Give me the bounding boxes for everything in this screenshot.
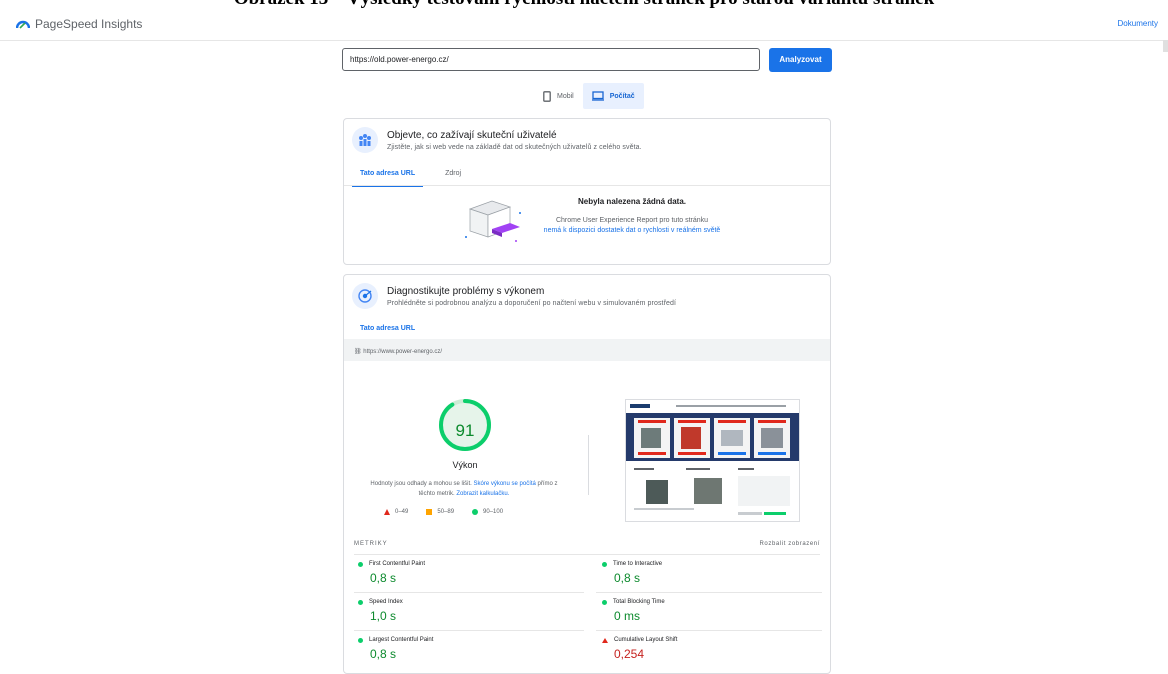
metric-lcp-value: 0,8 s — [370, 647, 397, 661]
good-indicator-icon — [602, 599, 607, 605]
field-data-tabs: Tato adresa URL Zdroj — [352, 167, 469, 187]
expand-view-toggle[interactable]: Rozbalit zobrazení — [760, 541, 821, 547]
tab-divider — [344, 185, 830, 186]
metric-si-value: 1,0 s — [370, 609, 397, 623]
metrics-row-divider — [596, 592, 822, 593]
metric-si-name: Speed Index — [369, 599, 403, 605]
tested-url-text: https://www.power-energo.cz/ — [363, 349, 442, 355]
metric-fcp-value: 0,8 s — [370, 571, 397, 585]
good-indicator-icon — [602, 561, 607, 567]
users-icon — [352, 127, 378, 153]
score-calc-link[interactable]: Skóre výkonu se počítá — [474, 481, 536, 487]
tab-mobile-label: Mobil — [557, 92, 574, 100]
metrics-row-divider — [596, 630, 822, 631]
tab-origin[interactable]: Zdroj — [437, 167, 469, 187]
empty-box-illustration — [465, 200, 521, 242]
metric-cls: Cumulative Layout Shift 0,254 — [602, 637, 677, 661]
desc-text: Hodnoty jsou odhady a mohou se lišit. — [370, 481, 472, 487]
metrics-header: METRIKY — [354, 541, 388, 547]
metric-tbt-name: Total Blocking Time — [613, 599, 665, 605]
page-screenshot — [625, 399, 800, 522]
diagnostics-icon — [352, 283, 378, 309]
tab-this-url[interactable]: Tato adresa URL — [352, 167, 424, 187]
legend-good: 90–100 — [472, 509, 503, 515]
desktop-icon — [591, 91, 604, 101]
metric-tti: Time to Interactive 0,8 s — [602, 561, 662, 585]
no-data-link[interactable]: nemá k dispozici dostatek dat o rychlost… — [527, 226, 737, 236]
metric-speed-index: Speed Index 1,0 s — [358, 599, 403, 623]
legend-good-range: 90–100 — [483, 509, 504, 515]
performance-label: Výkon — [452, 460, 478, 470]
lab-data-header: Diagnostikujte problémy s výkonem Prohlé… — [352, 283, 676, 309]
pagespeed-logo-icon — [16, 20, 30, 29]
page-thumbnail — [626, 400, 799, 521]
tab-desktop[interactable]: Počítač — [582, 83, 644, 109]
tab-desktop-label: Počítač — [609, 92, 635, 100]
top-bar: PageSpeed Insights Dokumenty — [0, 14, 1168, 41]
field-data-subtitle: Zjistěte, jak si web vede na základě dat… — [387, 144, 642, 151]
poor-indicator-icon — [602, 637, 608, 643]
circle-icon — [472, 509, 479, 515]
figure-caption: Obrázek 13 – Výsledky testování rychlost… — [0, 0, 1168, 10]
good-indicator-icon — [358, 637, 363, 643]
score-description: Hodnoty jsou odhady a mohou se lišit. Sk… — [364, 479, 564, 499]
docs-link[interactable]: Dokumenty — [1118, 19, 1158, 28]
metric-tbt: Total Blocking Time 0 ms — [602, 599, 665, 623]
app-logo[interactable]: PageSpeed Insights — [16, 17, 142, 31]
square-icon — [426, 509, 433, 515]
analyze-button[interactable]: Analyzovat — [769, 48, 832, 72]
good-indicator-icon — [358, 599, 363, 605]
device-tabs: Mobil Počítač — [534, 83, 644, 109]
calculator-link[interactable]: Zobrazit kalkulačku. — [456, 491, 509, 497]
no-data-title: Nebyla nalezena žádná data. — [577, 197, 687, 206]
metric-lcp: Largest Contentful Paint 0,8 s — [358, 637, 433, 661]
performance-score: 91 — [455, 421, 475, 440]
metric-fcp: First Contentful Paint 0,8 s — [358, 561, 425, 585]
url-input[interactable]: https://old.power-energo.cz/ — [342, 48, 760, 71]
metric-lcp-name: Largest Contentful Paint — [369, 637, 434, 643]
metrics-row-divider — [354, 630, 584, 631]
field-data-title: Objevte, co zažívají skuteční uživatelé — [387, 130, 557, 141]
score-legend: 0–49 50–89 90–100 — [384, 509, 503, 515]
link-icon: ⛓ — [354, 349, 362, 355]
metric-tti-name: Time to Interactive — [613, 561, 663, 567]
lab-data-card: Diagnostikujte problémy s výkonem Prohlé… — [343, 274, 831, 674]
lab-data-title: Diagnostikujte problémy s výkonem — [387, 286, 545, 297]
metric-cls-name: Cumulative Layout Shift — [614, 637, 678, 643]
page-scrollbar[interactable] — [1163, 40, 1168, 52]
field-data-header: Objevte, co zažívají skuteční uživatelé … — [352, 127, 642, 153]
field-data-card: Objevte, co zažívají skuteční uživatelé … — [343, 118, 831, 265]
tab-mobile[interactable]: Mobil — [534, 83, 583, 109]
tested-url: ⛓ https://www.power-energo.cz/ — [354, 348, 442, 355]
legend-average-range: 50–89 — [437, 509, 455, 515]
good-indicator-icon — [358, 561, 363, 567]
metric-cls-value: 0,254 — [614, 647, 645, 661]
metric-fcp-name: First Contentful Paint — [369, 561, 426, 567]
legend-poor: 0–49 — [384, 509, 408, 515]
app-name: PageSpeed Insights — [35, 17, 143, 31]
lab-data-subtitle: Prohlédněte si podrobnou analýzu a dopor… — [387, 300, 677, 307]
metric-tbt-value: 0 ms — [614, 609, 641, 623]
legend-average: 50–89 — [426, 509, 454, 515]
metrics-divider — [354, 554, 820, 555]
legend-poor-range: 0–49 — [395, 509, 409, 515]
phone-icon — [543, 90, 551, 102]
metric-tti-value: 0,8 s — [614, 571, 641, 585]
vertical-divider — [588, 435, 589, 495]
metrics-row-divider — [354, 592, 584, 593]
no-data-text: Chrome User Experience Report pro tuto s… — [555, 217, 709, 224]
triangle-icon — [384, 509, 390, 515]
